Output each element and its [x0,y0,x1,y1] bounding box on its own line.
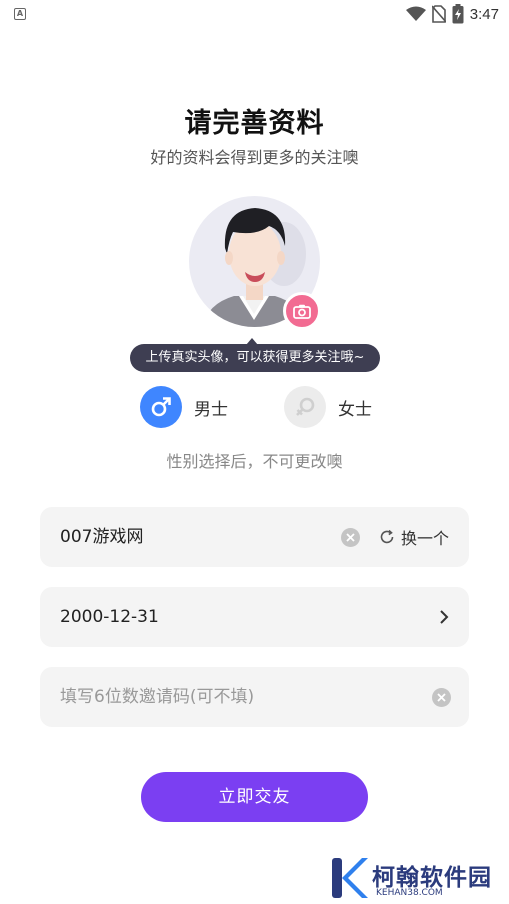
swap-nickname-label: 换一个 [400,529,449,548]
nickname-value[interactable]: 007游戏网 [60,507,143,567]
birthday-value: 2000-12-31 [60,607,159,627]
status-bar: A 3:47 [0,0,509,28]
no-sim-icon [431,5,446,23]
chevron-right-icon [440,610,449,624]
status-time: 3:47 [469,5,499,23]
refresh-icon [380,529,394,544]
gender-note: 性别选择后，不可更改噢 [166,452,343,471]
gender-female-label: 女士 [338,399,372,420]
avatar-upload-tooltip: 上传真实头像，可以获得更多关注哦~ [130,344,380,372]
swap-nickname-button[interactable]: 换一个 [379,507,449,567]
male-icon [140,386,182,428]
gender-option-female[interactable]: 女士 [284,386,372,428]
nickname-field[interactable]: 007游戏网 换一个 [40,507,469,567]
watermark-name: 柯翰软件园 [372,865,492,891]
submit-button[interactable]: 立即交友 [141,772,368,822]
female-icon [284,386,326,428]
page-title: 请完善资料 [184,108,325,139]
birthday-field[interactable]: 2000-12-31 [40,587,469,647]
watermark-logo: 柯翰软件园 KEHAN38.COM [330,856,495,900]
camera-button[interactable] [283,292,321,330]
invite-code-input[interactable]: 填写6位数邀请码(可不填) [60,667,254,727]
status-icons: 3:47 [405,4,499,24]
watermark-url: KEHAN38.COM [376,888,443,898]
invite-code-field[interactable]: 填写6位数邀请码(可不填) [40,667,469,727]
clear-invite-icon[interactable] [432,688,451,707]
app-notification-icon: A [14,8,26,20]
gender-option-male[interactable]: 男士 [140,386,228,428]
wifi-icon [405,6,426,21]
camera-icon [293,304,311,319]
battery-charging-icon [452,4,464,24]
clear-nickname-icon[interactable] [341,528,360,547]
gender-male-label: 男士 [194,399,228,420]
page-subtitle: 好的资料会得到更多的关注噢 [150,148,359,167]
k-logo-icon [332,858,368,898]
